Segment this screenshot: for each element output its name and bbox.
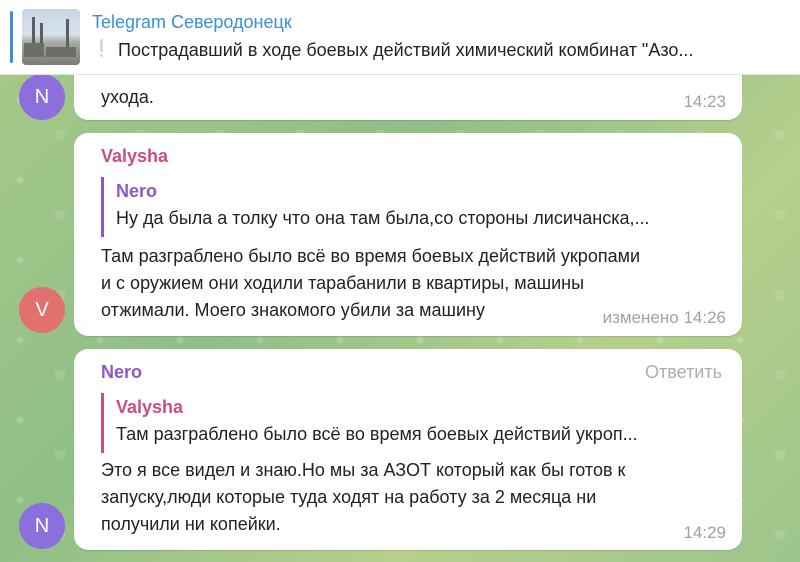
reply-text: Ну да была а толку что она там была,со с… (116, 208, 650, 228)
avatar-letter: V (35, 299, 49, 321)
reply-quote[interactable]: Nero Ну да была а толку что она там была… (101, 177, 734, 237)
avatar[interactable]: N (19, 503, 65, 549)
pinned-message-bar[interactable]: Telegram Северодонецк Пострадавший в ход… (0, 0, 800, 75)
avatar-letter: N (34, 515, 50, 537)
exclamation-icon (99, 39, 104, 58)
reply-quote[interactable]: Valysha Там разграблено было всё во врем… (101, 393, 734, 453)
avatar-letter: N (34, 86, 50, 108)
message-time: 14:23 (683, 92, 726, 111)
message-bubble[interactable]: Nero Ответить Valysha Там разграблено бы… (74, 349, 742, 550)
pinned-thumbnail (22, 9, 80, 65)
avatar[interactable]: N (19, 74, 65, 120)
pinned-message-text[interactable]: Пострадавший в ходе боевых действий хими… (118, 40, 788, 61)
reply-button[interactable]: Ответить (645, 362, 722, 383)
reply-sender-name: Valysha (116, 397, 184, 417)
message-text: Там разграблено было всё во время боевых… (101, 246, 641, 320)
sender-name[interactable]: Valysha (101, 146, 168, 167)
message-time: 14:29 (683, 523, 726, 542)
avatar[interactable]: V (19, 287, 65, 333)
pinned-channel-title[interactable]: Telegram Северодонецк (92, 12, 292, 33)
reply-text: Там разграблено было всё во время боевых… (116, 424, 638, 444)
message-time: изменено 14:26 (602, 308, 726, 327)
message-text: Это я все видел и знаю.Но мы за АЗОТ кот… (101, 460, 626, 534)
pinned-accent-bar (10, 11, 13, 63)
reply-sender-name: Nero (116, 181, 158, 201)
message-text: ухода. (101, 87, 154, 107)
message-bubble[interactable]: Valysha Nero Ну да была а толку что она … (74, 133, 742, 336)
sender-name[interactable]: Nero (101, 362, 142, 383)
